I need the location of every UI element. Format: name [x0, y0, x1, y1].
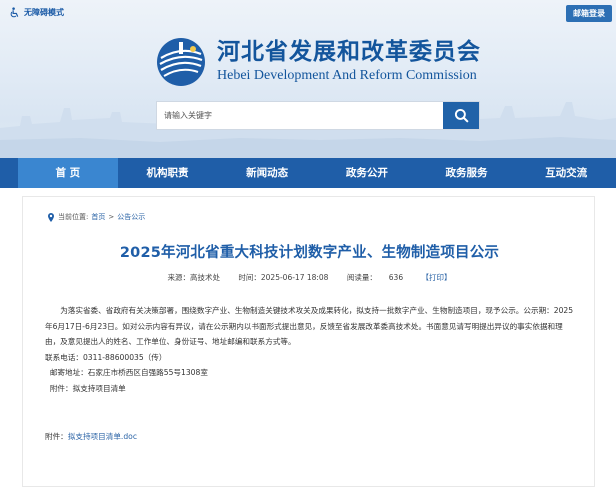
nav-item-services[interactable]: 政务服务 — [417, 158, 517, 188]
article-time: 时间：2025-06-17 18:08 — [238, 273, 329, 282]
attachment-label: 附件： — [45, 432, 68, 441]
breadcrumb-current-link[interactable]: 公告公示 — [117, 212, 145, 222]
nav-item-home[interactable]: 首 页 — [18, 158, 118, 188]
emblem-icon — [157, 38, 205, 86]
article-panel: 当前位置: 首页 > 公告公示 2025年河北省重大科技计划数字产业、生物制造项… — [22, 196, 595, 487]
attachment: 附件：拟支持项目清单.doc — [45, 431, 137, 442]
breadcrumb-home-link[interactable]: 首页 — [91, 212, 105, 222]
accessibility-icon — [8, 6, 20, 18]
mailing-address: 邮寄地址：石家庄市桥西区自强路55号1308室 — [45, 368, 208, 378]
search-icon — [454, 108, 468, 123]
logo-title-cn: 河北省发展和改革委员会 — [217, 39, 481, 65]
print-link[interactable]: 【打印】 — [422, 273, 452, 282]
mail-login-button[interactable]: 邮箱登录 — [566, 5, 612, 22]
article-views: 阅读量： 636 — [346, 273, 404, 282]
accessibility-label: 无障碍模式 — [24, 7, 64, 17]
search-button[interactable] — [443, 102, 479, 129]
accessibility-mode-link[interactable]: 无障碍模式 — [8, 6, 64, 18]
nav-item-news[interactable]: 新闻动态 — [217, 158, 317, 188]
breadcrumb-prefix: 当前位置: — [58, 213, 89, 221]
article-source: 来源：高技术处 — [167, 273, 220, 282]
logo-title-en: Hebei Development And Reform Commission — [217, 68, 477, 83]
site-header: 无障碍模式 邮箱登录 河北省发展和改革委员会 Hebei Development… — [0, 0, 616, 158]
contact-phone: 联系电话：0311-88600035（传） — [45, 352, 167, 362]
search-bar — [156, 101, 480, 130]
nav-item-interaction[interactable]: 互动交流 — [516, 158, 616, 188]
article-paragraph: 为落实省委、省政府有关决策部署，围绕数字产业、生物制造关键技术攻关及成果转化，拟… — [45, 306, 574, 347]
article-body: 为落实省委、省政府有关决策部署，围绕数字产业、生物制造关键技术攻关及成果转化，拟… — [45, 303, 577, 397]
search-input[interactable] — [157, 102, 443, 129]
nav-item-disclosure[interactable]: 政务公开 — [317, 158, 417, 188]
main-nav: 首 页 机构职责 新闻动态 政务公开 政务服务 互动交流 — [0, 158, 616, 188]
appendix-note: 附件：拟支持项目清单 — [45, 383, 126, 393]
site-logo[interactable]: 河北省发展和改革委员会 Hebei Development And Reform… — [155, 36, 481, 88]
breadcrumb: 当前位置: 首页 > 公告公示 — [47, 212, 145, 222]
nav-item-duties[interactable]: 机构职责 — [118, 158, 218, 188]
article-title: 2025年河北省重大科技计划数字产业、生物制造项目公示 — [119, 245, 500, 261]
location-pin-icon — [48, 212, 54, 222]
attachment-file-link[interactable]: 拟支持项目清单.doc — [68, 432, 137, 441]
article-meta: 来源：高技术处 时间：2025-06-17 18:08 阅读量： 636 【打印… — [23, 272, 596, 283]
breadcrumb-separator: > — [108, 213, 115, 221]
